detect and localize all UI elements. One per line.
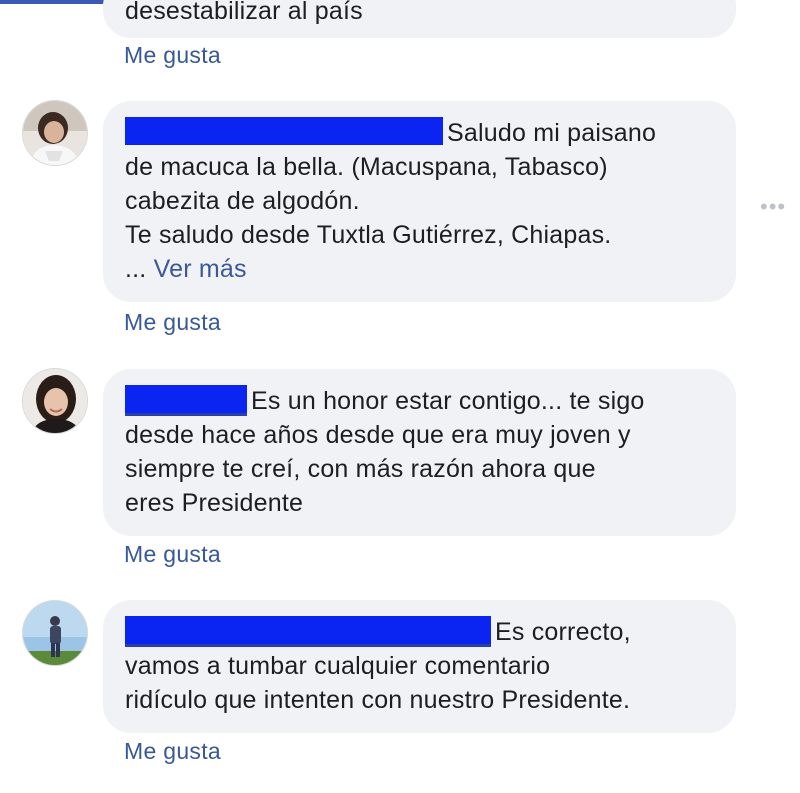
comment-bubble: Es correcto, vamos a tumbar cualquier co… xyxy=(103,600,736,733)
ellipsis-text: ... xyxy=(125,255,147,283)
comment-text: cabezita de algodón. xyxy=(125,187,360,215)
like-link[interactable]: Me gusta xyxy=(124,42,221,69)
see-more-link[interactable]: Ver más xyxy=(154,255,247,283)
more-options-icon[interactable]: ••• xyxy=(760,194,786,220)
commenter-avatar[interactable] xyxy=(22,100,88,166)
comment-bubble: Saludo mi paisano de macuca la bella. (M… xyxy=(103,101,736,302)
comment-text: eres Presidente xyxy=(125,489,304,517)
comment-text: desestabilizar al país xyxy=(125,0,363,25)
commenter-avatar[interactable] xyxy=(22,368,88,434)
comment-text: Te saludo desde Tuxtla Gutiérrez, Chiapa… xyxy=(125,221,612,249)
comment-text: Saludo mi paisano xyxy=(447,119,657,147)
avatar-man-standing-icon xyxy=(23,601,87,665)
comment-text: siempre te creí, con más razón ahora que xyxy=(125,455,596,483)
redacted-author-name xyxy=(125,616,491,644)
comment-text: desde hace años desde que era muy joven … xyxy=(125,421,631,449)
redacted-author-name xyxy=(125,117,443,145)
comment-text: de macuca la bella. (Macuspana, Tabasco) xyxy=(125,153,608,181)
like-link[interactable]: Me gusta xyxy=(124,738,221,765)
commenter-avatar[interactable] xyxy=(22,600,88,666)
comment-first-line: Es un honor estar contigo... te sigo xyxy=(125,384,714,418)
comment-text: Es un honor estar contigo... te sigo xyxy=(251,387,645,415)
comment-bubble: Es un honor estar contigo... te sigo des… xyxy=(103,369,736,536)
like-link[interactable]: Me gusta xyxy=(124,541,221,568)
redacted-author-name xyxy=(125,385,247,413)
see-more-line: ... Ver más xyxy=(125,252,714,286)
avatar-woman-icon xyxy=(23,369,87,433)
comment-first-line: Es correcto, xyxy=(125,615,714,649)
comment-bubble: desestabilizar al país xyxy=(103,0,736,38)
comment-text: ridículo que intenten con nuestro Presid… xyxy=(125,686,631,714)
comment-first-line: Saludo mi paisano xyxy=(125,116,714,150)
avatar-woman-icon xyxy=(23,101,87,165)
comment-text: Es correcto, xyxy=(495,618,631,646)
comment-text: vamos a tumbar cualquier comentario xyxy=(125,652,551,680)
like-link[interactable]: Me gusta xyxy=(124,309,221,336)
